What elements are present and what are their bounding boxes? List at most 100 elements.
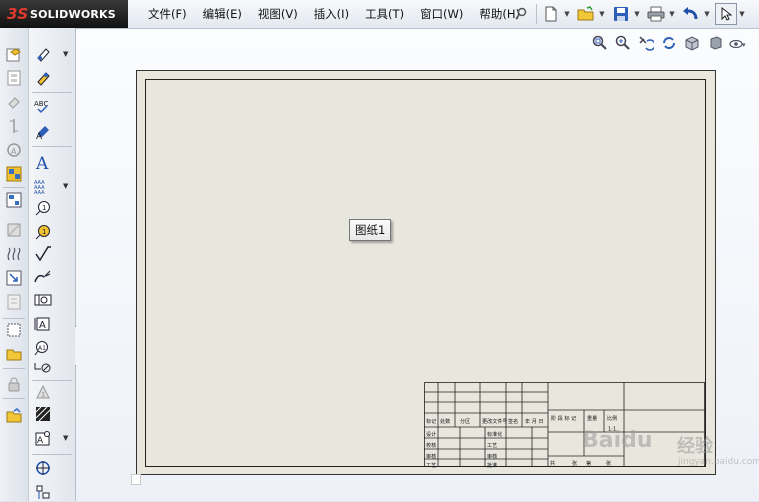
open-folder-icon[interactable] (575, 3, 597, 25)
toolbar-separator (32, 454, 72, 455)
toolbar-separator (32, 380, 72, 381)
title-block-label: 张 (572, 460, 578, 467)
undo-dropdown-chevron-icon[interactable]: ▼ (703, 3, 711, 25)
title-block-label: 工艺 (426, 462, 437, 469)
new-document-icon[interactable] (540, 3, 562, 25)
svg-text:A: A (11, 147, 17, 156)
save-icon[interactable] (610, 3, 632, 25)
svg-text:A: A (37, 436, 44, 446)
menu-bar: 文件(F) 编辑(E) 视图(V) 插入(I) 工具(T) 窗口(W) 帮助(H… (140, 0, 528, 28)
save-dropdown-chevron-icon[interactable]: ▼ (633, 3, 641, 25)
title-block-label: 共 (550, 460, 556, 467)
rebuild-icon[interactable] (659, 33, 679, 53)
watermark-cn: 经验 (677, 436, 713, 457)
block-dropdown-chevron-icon[interactable]: ▼ (63, 434, 68, 442)
centerline-icon[interactable] (33, 482, 53, 502)
title-block-label: 年 月 日 (525, 418, 544, 425)
relative-view-icon[interactable] (4, 292, 24, 312)
hole-callout-icon[interactable] (33, 290, 53, 310)
title-block-label: 处数 (440, 418, 451, 425)
center-mark-icon[interactable] (33, 458, 53, 478)
title-block-label: 标准化 (487, 431, 503, 438)
toolbar-separator (3, 318, 25, 319)
svg-text:A: A (35, 154, 49, 171)
zoom-to-fit-icon[interactable] (590, 33, 610, 53)
display-style-icon[interactable] (705, 33, 725, 53)
crop-view-icon[interactable] (4, 220, 24, 240)
new-dropdown-chevron-icon[interactable]: ▼ (563, 3, 571, 25)
title-block-label: 标记 (426, 418, 437, 425)
toolbar-separator (3, 368, 25, 369)
svg-text:A: A (39, 320, 46, 331)
print-icon[interactable] (645, 3, 667, 25)
left-toolbar-annotation: ▼ ABC A A AAA AAA AAA ▼ 1 1 A A1 1 A ▼ (29, 28, 76, 501)
svg-text:1: 1 (42, 228, 46, 236)
pin-icon[interactable] (510, 3, 532, 25)
smart-dimension-icon[interactable] (33, 44, 53, 64)
menu-file[interactable]: 文件(F) (140, 0, 195, 28)
auto-balloon-icon[interactable]: 1 (33, 222, 53, 242)
select-dropdown-chevron-icon[interactable]: ▼ (738, 3, 746, 25)
weld-symbol-icon[interactable] (33, 266, 53, 286)
zoom-to-area-icon[interactable] (613, 33, 633, 53)
sheet-name-tooltip: 图纸1 (349, 219, 392, 241)
lock-view-icon[interactable] (4, 374, 24, 394)
menu-window[interactable]: 窗口(W) (412, 0, 471, 28)
empty-view-icon[interactable] (4, 320, 24, 340)
projected-view-icon[interactable] (4, 68, 24, 88)
title-block-label: 工艺 (487, 442, 498, 449)
solidworks-logo[interactable]: 3S SOLIDWORKS (0, 0, 128, 28)
format-painter-icon[interactable]: A (33, 122, 53, 142)
note-pattern-dropdown-chevron-icon[interactable]: ▼ (63, 182, 68, 190)
title-block-label: 审核 (426, 453, 437, 460)
menu-tools[interactable]: 工具(T) (357, 0, 412, 28)
datum-target-icon[interactable] (33, 358, 53, 378)
predefined-view-icon[interactable] (4, 344, 24, 364)
title-block-label: 更改文件号 (482, 418, 508, 425)
title-bar: 3S SOLIDWORKS 文件(F) 编辑(E) 视图(V) 插入(I) 工具… (0, 0, 759, 29)
surface-finish-icon[interactable] (33, 244, 53, 264)
ds-logo-mark: 3S (7, 5, 29, 23)
view-orientation-icon[interactable] (682, 33, 702, 53)
open-drawing-folder-icon[interactable] (4, 406, 24, 426)
block-icon[interactable]: A (33, 428, 53, 448)
hide-show-items-icon[interactable]: ▾ (728, 33, 748, 53)
dimension-dropdown-chevron-icon[interactable]: ▼ (63, 50, 68, 58)
datum-feature-icon[interactable]: A1 (33, 338, 53, 358)
model-view-icon[interactable] (4, 44, 24, 64)
menu-view[interactable]: 视图(V) (250, 0, 306, 28)
geometric-tolerance-icon[interactable]: A (33, 314, 53, 334)
model-items-icon[interactable] (33, 68, 53, 88)
alternate-position-view-icon[interactable] (4, 268, 24, 288)
toolbar-separator (3, 187, 25, 188)
balloon-icon[interactable]: 1 (33, 198, 53, 218)
toolbar-separator (536, 4, 537, 24)
print-dropdown-chevron-icon[interactable]: ▼ (668, 3, 676, 25)
auxiliary-view-icon[interactable] (4, 92, 24, 112)
svg-text:A1: A1 (38, 345, 46, 352)
menu-insert[interactable]: 插入(I) (306, 0, 357, 28)
select-cursor-icon[interactable] (715, 3, 737, 25)
revision-symbol-icon[interactable]: 1 (33, 382, 53, 402)
spell-checker-icon[interactable]: ABC (33, 96, 53, 116)
broken-out-section-icon[interactable] (4, 190, 24, 210)
area-hatch-icon[interactable] (33, 404, 53, 424)
title-block-label: 签名 (508, 418, 519, 425)
title-block-label: 设计 (426, 431, 437, 438)
break-view-icon[interactable] (4, 244, 24, 264)
svg-text:1: 1 (41, 391, 45, 399)
open-dropdown-chevron-icon[interactable]: ▼ (598, 3, 606, 25)
title-block-label: 审核 (487, 453, 498, 460)
title-block-label: 阶 段 标 记 (551, 415, 577, 422)
previous-view-icon[interactable] (636, 33, 656, 53)
undo-icon[interactable] (680, 3, 702, 25)
sheet-drag-handle[interactable] (131, 474, 141, 485)
standard-toolbar: ▼ ▼ ▼ ▼ ▼ ▼ (510, 2, 750, 26)
heads-up-view-toolbar: ▾ (590, 33, 751, 53)
section-view-icon[interactable] (4, 116, 24, 136)
detail-view-icon[interactable]: A (4, 140, 24, 160)
linear-note-pattern-icon[interactable]: AAA AAA AAA (33, 176, 53, 196)
note-icon[interactable]: A (33, 152, 53, 172)
standard-3-view-icon[interactable] (4, 164, 24, 184)
menu-edit[interactable]: 编辑(E) (195, 0, 250, 28)
